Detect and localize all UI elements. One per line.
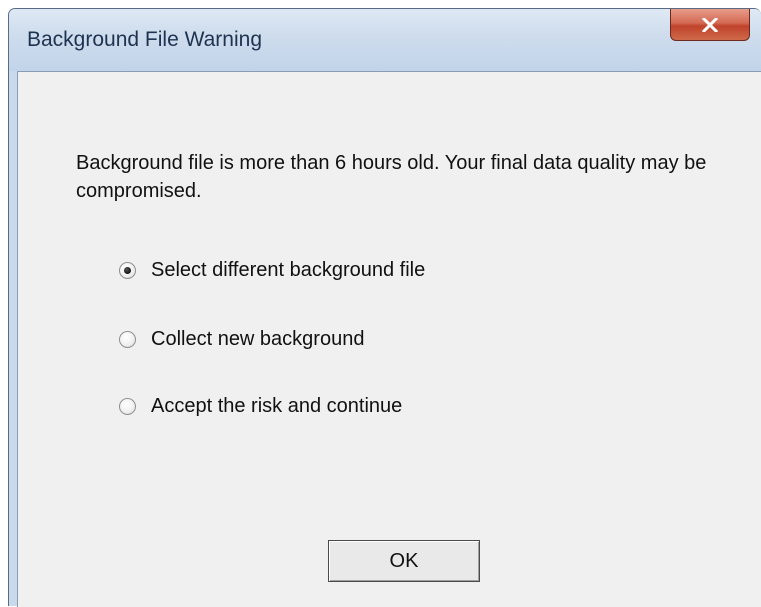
option-accept-risk[interactable]: Accept the risk and continue — [119, 395, 402, 418]
window-title: Background File Warning — [27, 28, 262, 51]
option-label: Select different background file — [151, 259, 426, 281]
close-button[interactable] — [670, 9, 750, 41]
ok-button[interactable]: OK — [328, 540, 480, 582]
option-label: Accept the risk and continue — [151, 395, 403, 417]
title-bar[interactable]: Background File Warning — [9, 9, 761, 71]
radio-button-selected[interactable] — [119, 262, 136, 279]
option-collect-new-background[interactable]: Collect new background — [119, 328, 364, 351]
dialog-window: Background File Warning Background file … — [8, 8, 761, 607]
close-icon — [702, 17, 718, 32]
option-select-different-file[interactable]: Select different background file — [119, 259, 425, 282]
dialog-body: Background file is more than 6 hours old… — [17, 71, 761, 607]
option-label: Collect new background — [151, 328, 365, 350]
radio-button[interactable] — [119, 398, 136, 415]
radio-button[interactable] — [119, 331, 136, 348]
warning-message: Background file is more than 6 hours old… — [76, 152, 707, 202]
